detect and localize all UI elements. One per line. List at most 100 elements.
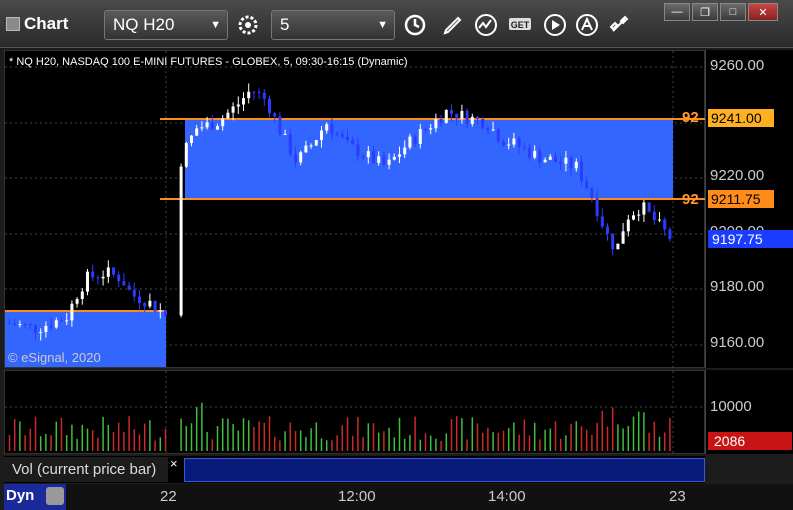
candle-body bbox=[496, 129, 500, 142]
candle-body bbox=[481, 118, 485, 129]
chart-header: * NQ H20, NASDAQ 100 E-MINI FUTURES - GL… bbox=[9, 56, 408, 68]
play-replay-icon[interactable] bbox=[540, 10, 570, 40]
candle-body bbox=[340, 133, 344, 137]
candle-body bbox=[590, 188, 594, 198]
lower-line-tag: 92 bbox=[682, 191, 699, 208]
candle-body bbox=[13, 323, 17, 326]
candle-body bbox=[127, 285, 131, 290]
candle-body bbox=[522, 146, 526, 148]
candle-body bbox=[413, 136, 417, 144]
candle-body bbox=[210, 122, 214, 130]
candle-body bbox=[429, 128, 433, 130]
candle-body bbox=[533, 151, 537, 158]
time-axis: Dyn 22 12:00 14:00 23 bbox=[4, 484, 793, 510]
copyright-label: © eSignal, 2020 bbox=[8, 350, 101, 365]
candle-body bbox=[450, 109, 453, 114]
maximize-button[interactable]: □ bbox=[720, 3, 746, 21]
candle-body bbox=[434, 119, 438, 129]
candle-body bbox=[403, 147, 407, 155]
symbol-selector[interactable]: NQ H20 ▼ bbox=[104, 10, 228, 40]
current-price-badge: 9197.75 bbox=[708, 230, 793, 248]
candle-body bbox=[91, 271, 95, 278]
volume-pane[interactable] bbox=[4, 370, 706, 455]
candle-body bbox=[252, 91, 256, 93]
candle-body bbox=[236, 104, 240, 107]
candle-body bbox=[247, 91, 251, 99]
candle-body bbox=[34, 324, 37, 333]
candle-body bbox=[205, 122, 209, 128]
volume-axis: 10000 2086 bbox=[705, 370, 793, 454]
lock-icon bbox=[46, 487, 64, 505]
candle-body bbox=[351, 140, 355, 145]
candle-body bbox=[190, 135, 193, 144]
candle-body bbox=[325, 124, 329, 131]
candle-body bbox=[491, 129, 495, 131]
candle-body bbox=[132, 289, 136, 297]
candle-body bbox=[106, 267, 110, 277]
candle-body bbox=[320, 130, 323, 141]
candle-body bbox=[216, 126, 219, 130]
time-tick-label: 23 bbox=[669, 488, 686, 505]
volume-bars bbox=[8, 402, 671, 451]
price-tick-label: 9180.00 bbox=[710, 278, 765, 295]
candle-body bbox=[80, 291, 84, 300]
chart-mode-button[interactable]: Dyn bbox=[4, 484, 66, 510]
get-data-icon[interactable]: GET bbox=[506, 10, 536, 40]
candle-body bbox=[117, 274, 121, 282]
pencil-draw-icon[interactable] bbox=[438, 10, 468, 40]
candle-body bbox=[652, 211, 656, 221]
minimize-button[interactable]: — bbox=[664, 3, 690, 21]
close-button[interactable]: ✕ bbox=[748, 3, 778, 21]
price-axis[interactable]: 9260.00 9240.00 9220.00 9200.00 9180.00 … bbox=[705, 50, 793, 368]
time-tick-label: 12:00 bbox=[338, 488, 376, 505]
candle-body bbox=[663, 219, 667, 230]
candle-body bbox=[242, 98, 245, 105]
candle-body bbox=[356, 144, 360, 157]
candle-body bbox=[455, 113, 459, 119]
candle-body bbox=[288, 134, 292, 155]
candle-body bbox=[528, 147, 531, 158]
settings-gear-icon[interactable] bbox=[233, 10, 263, 40]
studies-chart-icon[interactable] bbox=[472, 10, 502, 40]
candle-body bbox=[18, 324, 22, 326]
candle-body bbox=[392, 156, 396, 160]
candle-body bbox=[138, 296, 141, 304]
restore-button[interactable]: ❐ bbox=[692, 3, 718, 21]
link-icon[interactable] bbox=[604, 10, 634, 40]
candle-body bbox=[361, 156, 365, 158]
app-title-label: Chart bbox=[24, 14, 69, 33]
candle-body bbox=[512, 138, 516, 145]
candle-body bbox=[112, 267, 115, 275]
candle-body bbox=[517, 138, 521, 147]
volume-study-label-bar: Vol (current price bar) × bbox=[4, 456, 705, 483]
clock-icon[interactable] bbox=[400, 10, 430, 40]
time-tick-label: 22 bbox=[160, 488, 177, 505]
candle-body bbox=[444, 109, 448, 123]
candle-body bbox=[626, 219, 630, 232]
candle-body bbox=[538, 151, 542, 163]
candle-body bbox=[616, 243, 620, 250]
candle-body bbox=[621, 231, 625, 244]
candle-body bbox=[424, 128, 427, 130]
candle-body bbox=[366, 151, 370, 158]
candle-body bbox=[49, 325, 53, 328]
chevron-down-icon: ▼ bbox=[210, 19, 221, 31]
alert-icon[interactable] bbox=[572, 10, 602, 40]
candle-body bbox=[294, 154, 297, 163]
candle-body bbox=[143, 303, 147, 307]
candle-body bbox=[554, 156, 557, 163]
close-study-icon[interactable]: × bbox=[170, 456, 178, 471]
volume-study-label[interactable]: Vol (current price bar) bbox=[4, 457, 168, 482]
candle-body bbox=[632, 215, 635, 220]
candle-body bbox=[75, 299, 79, 304]
candle-body bbox=[65, 320, 69, 322]
interval-selector[interactable]: 5 ▼ bbox=[271, 10, 395, 40]
candle-body bbox=[70, 303, 74, 321]
candle-body bbox=[398, 154, 401, 157]
price-chart-pane[interactable]: * NQ H20, NASDAQ 100 E-MINI FUTURES - GL… bbox=[4, 50, 706, 369]
chart-mode-label: Dyn bbox=[6, 487, 35, 504]
candle-body bbox=[543, 159, 547, 163]
candle-body bbox=[226, 112, 230, 119]
candle-body bbox=[28, 324, 32, 326]
candle-body bbox=[153, 300, 157, 312]
